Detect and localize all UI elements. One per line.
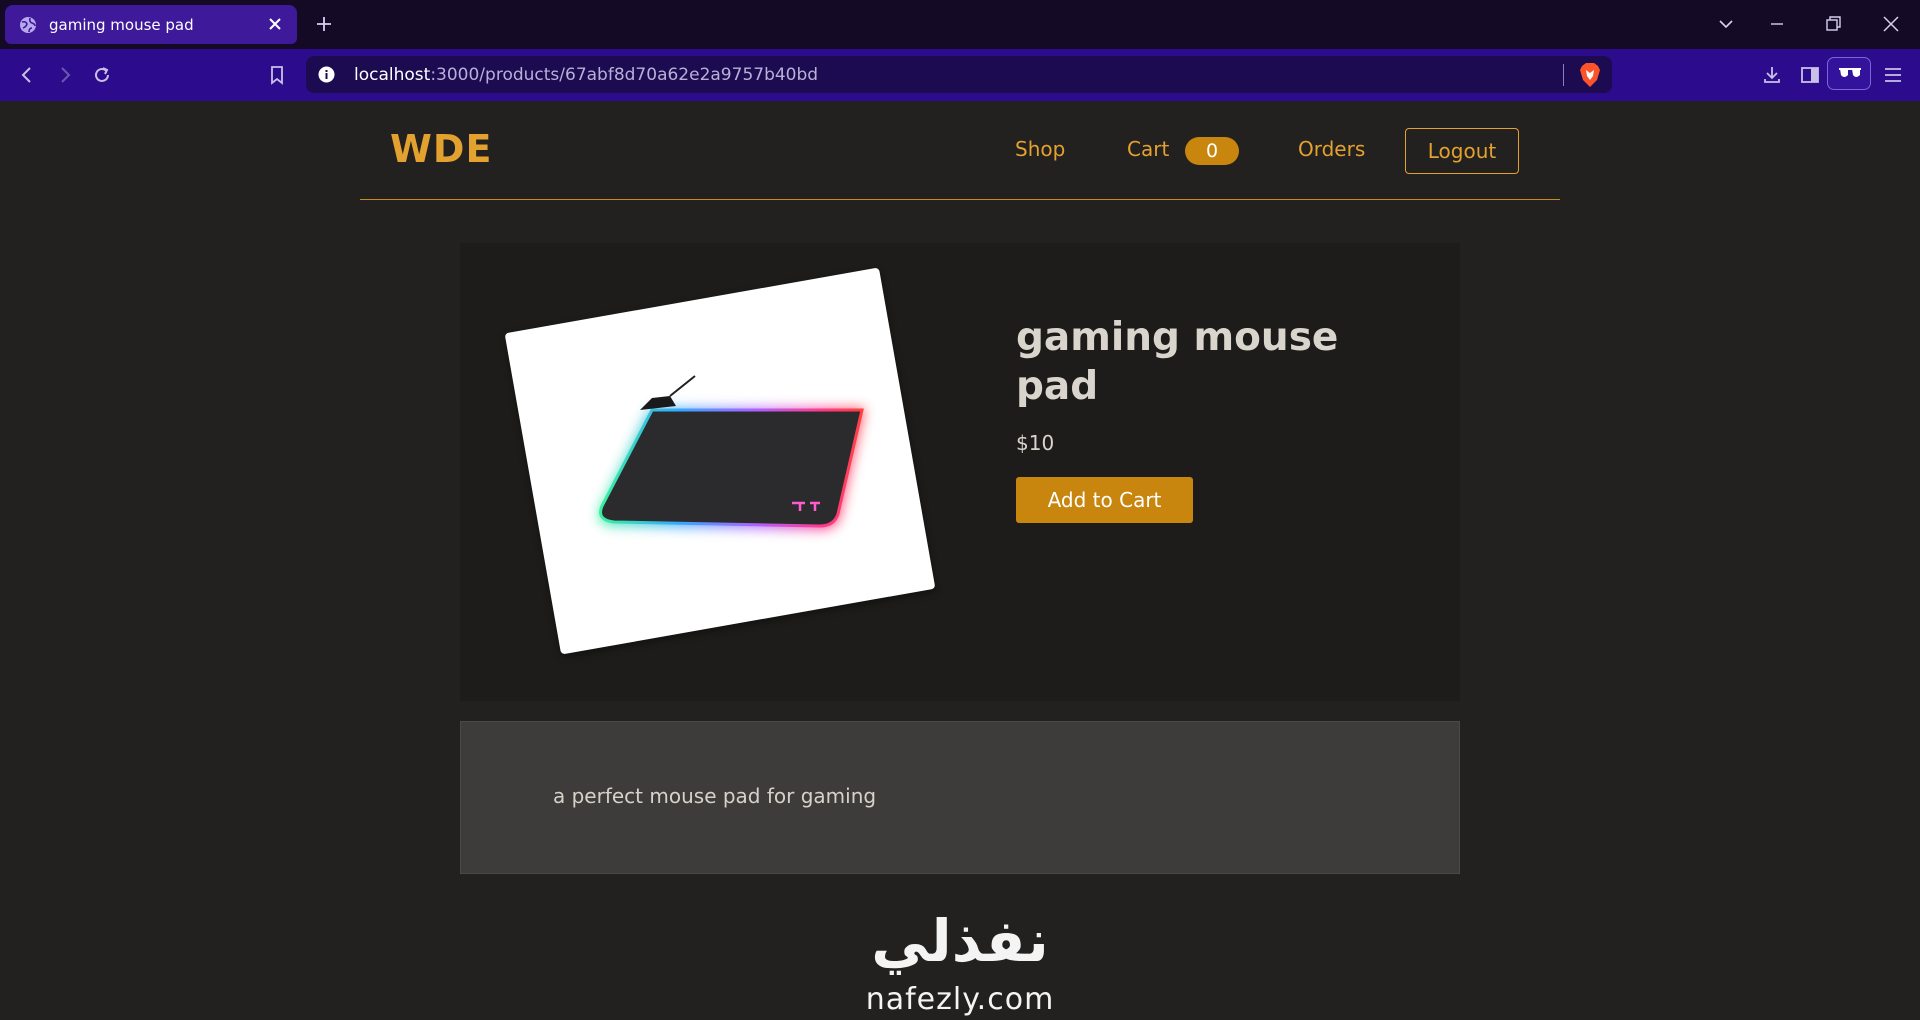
nav-shop-link[interactable]: Shop — [1015, 137, 1065, 161]
forward-arrow-icon[interactable] — [54, 64, 76, 86]
back-arrow-icon[interactable] — [16, 64, 38, 86]
tab-title: gaming mouse pad — [49, 16, 194, 34]
url-host: localhost — [354, 65, 431, 85]
nav-cart-link[interactable]: Cart — [1127, 137, 1169, 161]
add-to-cart-button[interactable]: Add to Cart — [1016, 477, 1193, 523]
sidebar-icon[interactable] — [1799, 64, 1821, 86]
minimize-icon[interactable] — [1767, 14, 1787, 34]
product-description-box: a perfect mouse pad for gaming — [460, 721, 1460, 874]
site-navbar: WDE Shop Cart 0 Orders Logout — [360, 101, 1560, 200]
product-image — [504, 267, 936, 655]
cart-count-badge[interactable]: 0 — [1185, 137, 1239, 165]
glasses-icon — [1839, 68, 1861, 77]
url-divider — [1563, 64, 1564, 86]
browser-toolbar: localhost:3000/products/67abf8d70a62e2a9… — [0, 49, 1920, 101]
product-price: $10 — [1016, 431, 1055, 455]
watermark-latin-text: nafezly.com — [865, 982, 1055, 1017]
site-logo[interactable]: WDE — [390, 127, 492, 171]
active-tab[interactable]: gaming mouse pad — [5, 5, 297, 44]
watermark-arabic-text: نفذلي — [871, 907, 1049, 975]
reload-icon[interactable] — [91, 64, 113, 86]
brave-shield-icon[interactable] — [1578, 62, 1602, 88]
url-text: localhost:3000/products/67abf8d70a62e2a9… — [354, 65, 818, 85]
nafezly-watermark: نفذلي nafezly.com — [850, 906, 1070, 1020]
window-close-icon[interactable] — [1881, 14, 1901, 34]
close-icon[interactable] — [265, 14, 285, 34]
mouse-pad-image — [598, 375, 865, 530]
nav-orders-link[interactable]: Orders — [1298, 137, 1365, 161]
logout-button[interactable]: Logout — [1405, 128, 1519, 174]
private-window-indicator[interactable] — [1827, 57, 1871, 90]
page-content: WDE Shop Cart 0 Orders Logout gaming mou… — [0, 101, 1920, 1020]
hamburger-menu-icon[interactable] — [1882, 64, 1904, 86]
download-icon[interactable] — [1761, 64, 1783, 86]
globe-icon — [20, 17, 36, 33]
product-title: gaming mouse pad — [1016, 315, 1339, 409]
restore-icon[interactable] — [1823, 14, 1843, 34]
product-card: gaming mouse pad $10 Add to Cart — [460, 243, 1460, 701]
bookmark-icon[interactable] — [266, 64, 288, 86]
tab-strip: gaming mouse pad — [0, 0, 1920, 49]
plus-icon[interactable] — [314, 14, 334, 34]
product-description: a perfect mouse pad for gaming — [553, 784, 877, 808]
url-path: :3000/products/67abf8d70a62e2a9757b40bd — [430, 65, 819, 85]
info-icon[interactable] — [318, 66, 335, 83]
chevron-down-icon[interactable] — [1716, 14, 1736, 34]
address-bar[interactable]: localhost:3000/products/67abf8d70a62e2a9… — [306, 56, 1612, 93]
